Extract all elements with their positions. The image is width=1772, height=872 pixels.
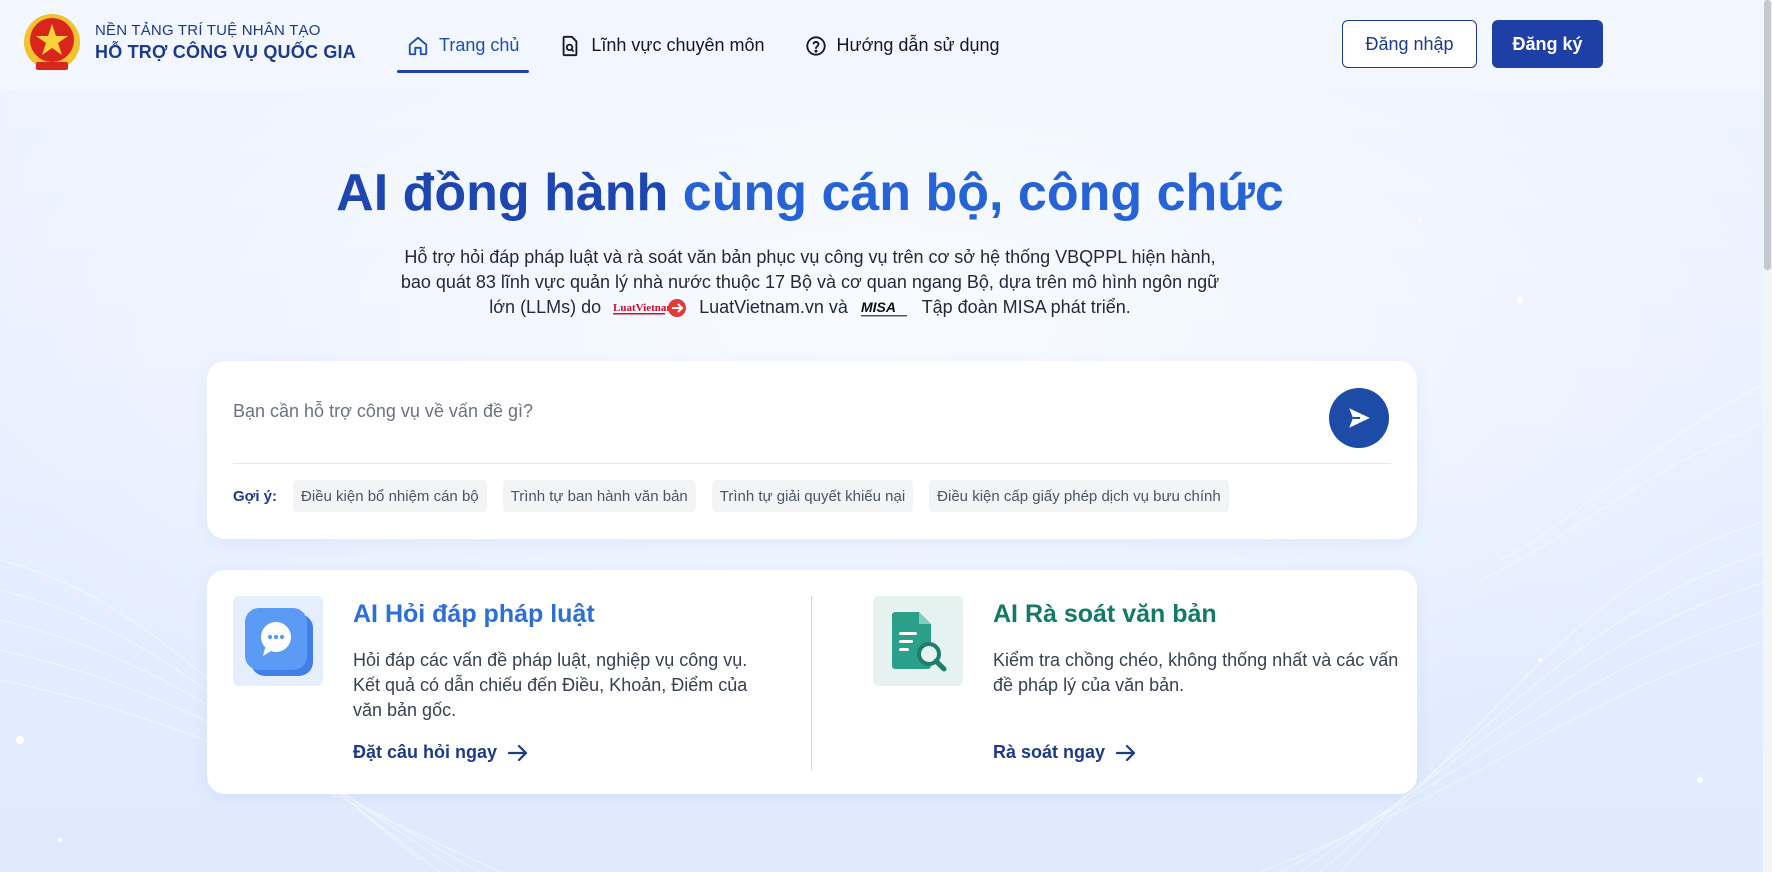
home-icon	[408, 36, 428, 55]
feature-description: Kiểm tra chồng chéo, không thống nhất và…	[993, 650, 1399, 695]
nav-item-home[interactable]: Trang chủ	[397, 0, 530, 91]
luatvietnam-logo: LuatVietnam	[613, 299, 687, 318]
ask-question-link[interactable]: Đặt câu hỏi ngay	[353, 742, 529, 763]
logo-subtitle: NỀN TẢNG TRÍ TUỆ NHÂN TẠO	[95, 22, 321, 39]
hero-title-part2: cùng cán bộ, công chức	[682, 164, 1284, 222]
scrollbar-thumb[interactable]	[1764, 0, 1771, 270]
feature-icon-box	[873, 596, 963, 686]
feature-title: AI Rà soát văn bản	[993, 600, 1217, 628]
document-magnify-icon	[892, 612, 947, 672]
login-button[interactable]: Đăng nhập	[1342, 20, 1477, 68]
feature-icon-box	[233, 596, 323, 686]
suggestions-row: Gợi ý: Điều kiện bổ nhiệm cán bộ Trình t…	[233, 480, 1245, 512]
page-scrollbar[interactable]	[1763, 0, 1772, 872]
document-search-icon	[563, 35, 578, 56]
hero-desc-line3: lớn (LLMs) do LuatVietnam LuatVietnam.vn…	[380, 295, 1240, 320]
search-input[interactable]	[233, 393, 1293, 429]
hero-desc-line1: Hỗ trợ hỏi đáp pháp luật và rà soát văn …	[404, 247, 1216, 267]
suggestion-chip[interactable]: Điều kiện cấp giấy phép dịch vụ bưu chín…	[929, 480, 1229, 512]
hero-desc-line3-a: lớn (LLMs) do	[489, 297, 602, 317]
top-header: NỀN TẢNG TRÍ TUỆ NHÂN TẠO HỖ TRỢ CÔNG VỤ…	[0, 0, 1772, 91]
national-emblem-logo[interactable]	[22, 12, 82, 74]
signup-button[interactable]: Đăng ký	[1492, 20, 1603, 68]
luatvietnam-logo-text: LuatVietnam	[613, 302, 676, 314]
logo-text[interactable]: NỀN TẢNG TRÍ TUỆ NHÂN TẠO HỖ TRỢ CÔNG VỤ…	[95, 22, 356, 63]
search-divider	[233, 463, 1391, 464]
suggestion-chip[interactable]: Điều kiện bổ nhiệm cán bộ	[293, 480, 487, 512]
suggestion-chip[interactable]: Trình tự ban hành văn bản	[502, 480, 696, 512]
hero-desc-line3-b: LuatVietnam.vn và	[699, 297, 848, 317]
hero-desc-line3-c: Tập đoàn MISA phát triển.	[921, 297, 1131, 317]
search-card: Gợi ý: Điều kiện bổ nhiệm cán bộ Trình t…	[207, 361, 1417, 539]
features-card: AI Hỏi đáp pháp luật Hỏi đáp các vấn đề …	[207, 570, 1417, 794]
arrow-right-icon	[1115, 744, 1136, 761]
feature-description: Hỏi đáp các vấn đề pháp luật, nghiệp vụ …	[353, 650, 748, 720]
hero-title-part1: AI đồng hành	[336, 164, 669, 222]
nav-item-fields[interactable]: Lĩnh vực chuyên môn	[549, 0, 774, 91]
send-button[interactable]	[1329, 388, 1389, 448]
feature-link-label: Rà soát ngay	[993, 742, 1106, 762]
send-icon	[1349, 408, 1370, 428]
misa-logo-text: MISA	[861, 299, 896, 315]
suggestions-label: Gợi ý:	[233, 487, 278, 505]
hero-description: Hỗ trợ hỏi đáp pháp luật và rà soát văn …	[380, 245, 1240, 320]
feature-divider	[811, 596, 812, 770]
nav-item-guide[interactable]: Hướng dẫn sử dụng	[795, 0, 1010, 91]
chat-bubble-icon	[245, 608, 313, 676]
main-nav: Trang chủ Lĩnh vực chuyên môn Hướng dẫn …	[397, 0, 1030, 91]
logo-title: HỖ TRỢ CÔNG VỤ QUỐC GIA	[95, 42, 356, 62]
nav-label: Lĩnh vực chuyên môn	[591, 35, 765, 55]
feature-link-label: Đặt câu hỏi ngay	[353, 742, 498, 762]
hero-desc-line2: bao quát 83 lĩnh vực quản lý nhà nước th…	[400, 272, 1220, 292]
hero-title: AI đồng hành cùng cán bộ, công chức	[0, 163, 1620, 223]
suggestion-chip[interactable]: Trình tự giải quyết khiếu nại	[711, 480, 914, 512]
arrow-right-icon	[507, 744, 528, 761]
help-circle-icon	[805, 35, 826, 56]
review-now-link[interactable]: Rà soát ngay	[993, 742, 1137, 763]
nav-label: Trang chủ	[439, 35, 520, 55]
feature-title: AI Hỏi đáp pháp luật	[353, 600, 595, 628]
misa-logo: MISA	[860, 299, 907, 317]
nav-label: Hướng dẫn sử dụng	[836, 35, 1000, 55]
